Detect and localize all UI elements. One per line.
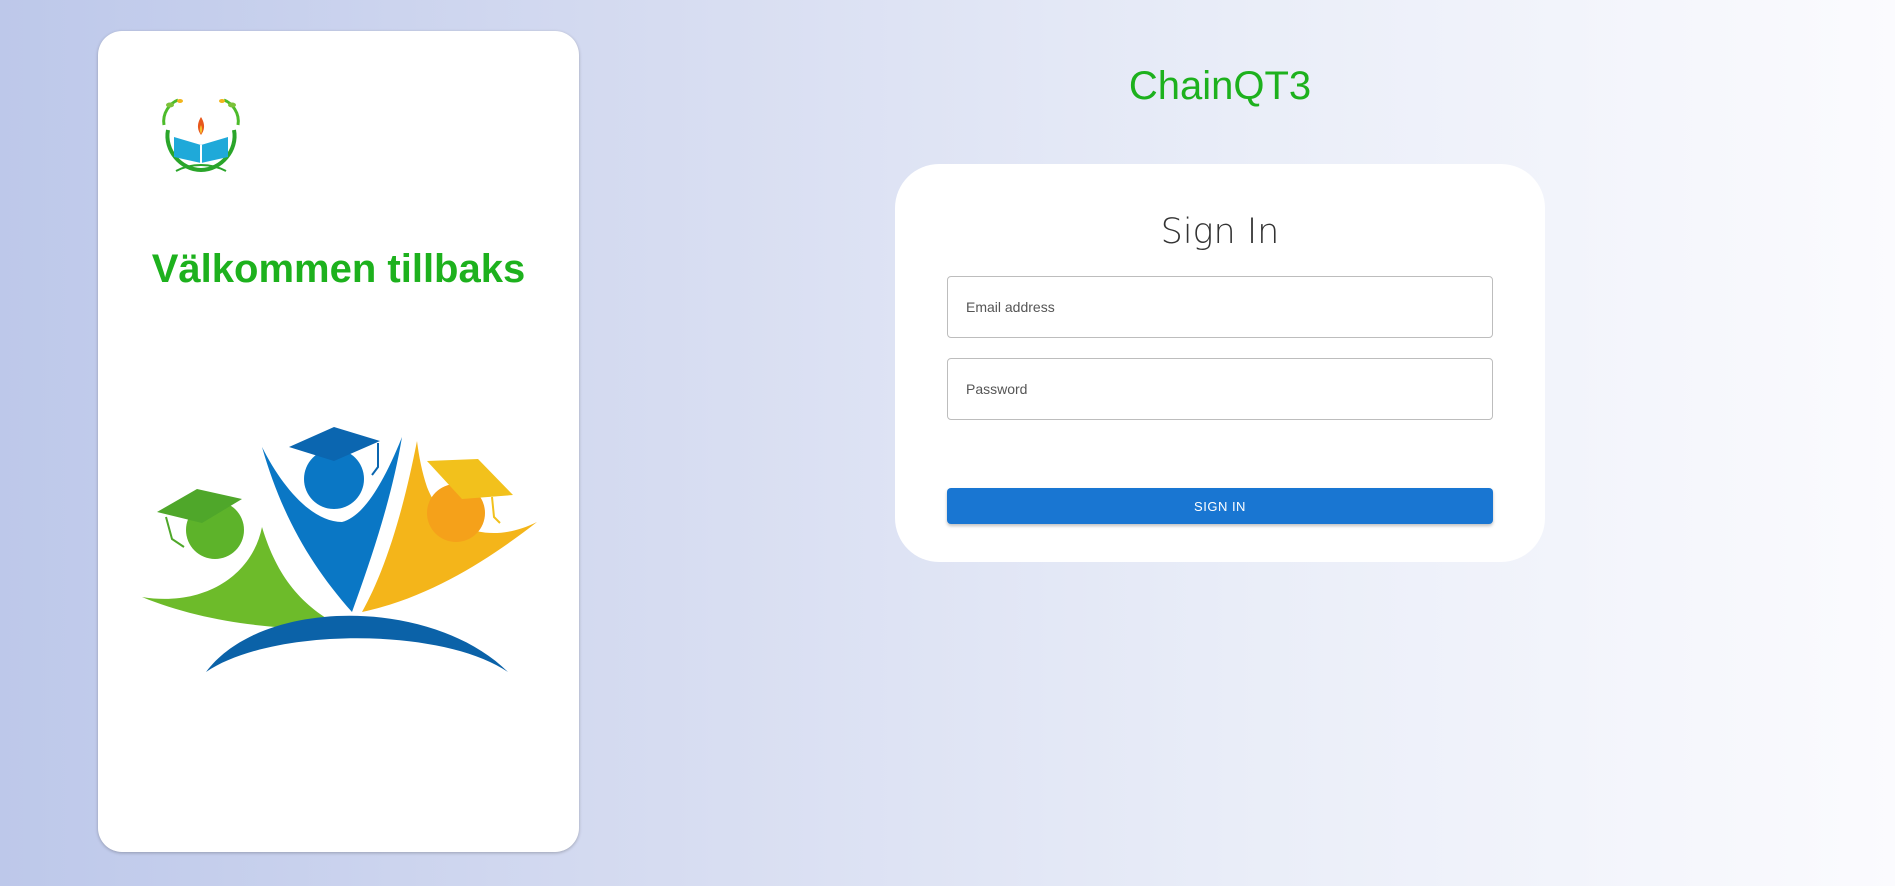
signin-card: Sign In SIGN IN (895, 164, 1545, 562)
app-title: ChainQT3 (1128, 64, 1312, 108)
welcome-heading: Välkommen tillbaks (151, 247, 526, 291)
password-field[interactable] (947, 358, 1493, 420)
welcome-card: Välkommen tillbaks (98, 31, 579, 852)
email-field[interactable] (947, 276, 1493, 338)
signin-button[interactable]: SIGN IN (947, 488, 1493, 524)
signin-title: Sign In (1160, 212, 1280, 252)
graduates-logo-icon (142, 427, 537, 672)
book-flame-logo-icon (162, 98, 240, 173)
